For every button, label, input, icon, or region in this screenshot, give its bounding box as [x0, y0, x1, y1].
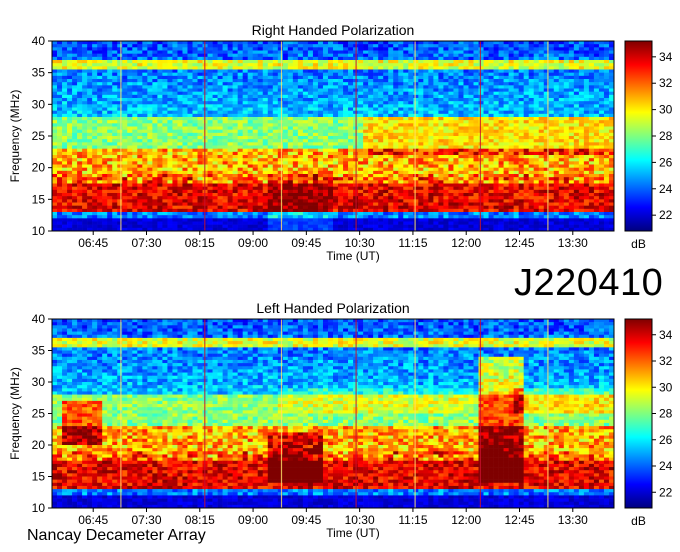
y-tick-label: 40: [32, 312, 46, 326]
x-tick-label: 12:00: [451, 236, 481, 250]
y-tick-label: 20: [32, 438, 46, 452]
x-tick-label: 08:15: [185, 513, 215, 527]
colorbar-tick-label: 30: [659, 103, 673, 117]
x-tick-label: 09:00: [238, 513, 268, 527]
x-tick-label: 12:45: [504, 513, 534, 527]
x-tick-label: 09:45: [291, 513, 321, 527]
colorbar-tick-label: 32: [659, 354, 673, 368]
spectrogram-heatmap: [52, 41, 615, 232]
colorbar-label: dB: [631, 514, 646, 528]
y-tick-label: 35: [32, 344, 46, 358]
x-tick-label: 08:15: [185, 236, 215, 250]
colorbar-tick-label: 30: [659, 380, 673, 394]
colorbar: [624, 40, 653, 232]
y-tick-label: 20: [32, 161, 46, 175]
y-axis-label: Frequency (MHz): [8, 90, 22, 183]
x-tick-label: 06:45: [78, 513, 108, 527]
colorbar-tick-label: 22: [659, 485, 673, 499]
x-tick-label: 11:15: [398, 513, 427, 527]
y-tick-label: 40: [32, 34, 46, 48]
y-tick-label: 30: [32, 97, 46, 111]
chart-title: Right Handed Polarization: [252, 22, 415, 38]
colorbar-tick-label: 32: [659, 76, 673, 90]
x-tick-label: 12:00: [451, 513, 481, 527]
x-axis-label: Time (UT): [326, 526, 380, 540]
colorbar-tick-label: 24: [659, 182, 673, 196]
colorbar-tick-label: 26: [659, 155, 673, 169]
y-axis-label: Frequency (MHz): [8, 367, 22, 460]
x-tick-label: 13:30: [558, 513, 588, 527]
x-tick-label: 07:30: [131, 236, 161, 250]
x-tick-label: 09:45: [291, 236, 321, 250]
x-tick-label: 13:30: [558, 236, 588, 250]
observation-id: J220410: [514, 262, 664, 304]
x-tick-label: 11:15: [398, 236, 427, 250]
y-tick-label: 10: [32, 501, 46, 515]
x-tick-label: 12:45: [504, 236, 534, 250]
y-tick-label: 15: [32, 470, 46, 484]
x-tick-label: 10:30: [345, 236, 375, 250]
x-tick-label: 07:30: [131, 513, 161, 527]
colorbar-tick-label: 28: [659, 129, 673, 143]
colorbar-label: dB: [631, 237, 646, 251]
colorbar-tick-label: 34: [659, 50, 673, 64]
colorbar: [624, 318, 653, 509]
colorbar-tick-label: 28: [659, 407, 673, 421]
y-tick-label: 35: [32, 66, 46, 80]
colorbar-tick-label: 24: [659, 459, 673, 473]
x-tick-label: 10:30: [345, 513, 375, 527]
colorbar-tick-label: 22: [659, 208, 673, 222]
x-tick-label: 06:45: [78, 236, 108, 250]
y-tick-label: 25: [32, 407, 46, 421]
y-tick-label: 30: [32, 375, 46, 389]
chart-title: Left Handed Polarization: [256, 300, 409, 316]
y-tick-label: 10: [32, 224, 46, 238]
y-tick-label: 25: [32, 129, 46, 143]
colorbar-tick-label: 34: [659, 328, 673, 342]
instrument-label: Nancay Decameter Array: [27, 527, 206, 544]
spectrogram-heatmap: [52, 319, 615, 509]
right-polarization-panel: Right Handed Polarization 10 15 20 25 30 35 40 0…: [8, 22, 673, 263]
x-axis-label: Time (UT): [326, 249, 380, 263]
y-tick-label: 15: [32, 192, 46, 206]
colorbar-tick-label: 26: [659, 433, 673, 447]
left-polarization-panel: Left Handed Polarization 10 15 20 25 30 35 40 06…: [8, 300, 673, 540]
x-tick-label: 09:00: [238, 236, 268, 250]
